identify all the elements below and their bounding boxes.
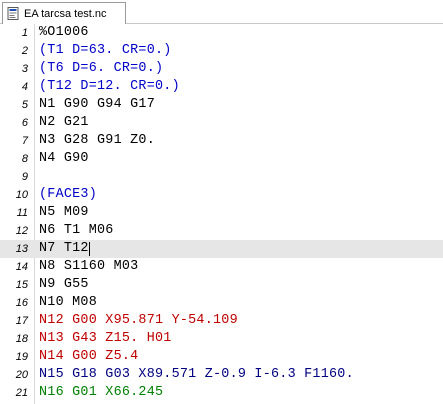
line-number: 10 (15, 189, 28, 201)
code-text: %O1006 (39, 25, 89, 40)
code-line[interactable]: 5 N1 G90 G94 G17 (0, 96, 443, 114)
code-text: N7 T12 (39, 241, 89, 256)
code-text: (T1 D=63. CR=0.) (39, 43, 172, 58)
code-line[interactable]: 17 N12 G00 X95.871 Y-54.109 (0, 312, 443, 330)
line-number: 11 (16, 207, 28, 219)
line-number: 5 (21, 99, 28, 111)
code-line[interactable]: 18 N13 G43 Z15. H01 (0, 330, 443, 348)
file-tab[interactable]: EA tarcsa test.nc (2, 2, 126, 24)
line-number: 20 (15, 369, 28, 381)
code-line[interactable]: 20 N15 G18 G03 X89.571 Z-0.9 I-6.3 F1160. (0, 366, 443, 384)
code-line[interactable]: 13 N7 T12 (0, 240, 443, 258)
code-line[interactable]: 9 (0, 168, 443, 186)
line-number: 2 (21, 45, 28, 57)
code-text: N8 S1160 M03 (39, 259, 139, 274)
line-number: 17 (15, 315, 28, 327)
line-number: 14 (15, 261, 28, 273)
code-text: N9 G55 (39, 277, 89, 292)
code-line[interactable]: 14 N8 S1160 M03 (0, 258, 443, 276)
line-number: 18 (15, 333, 28, 345)
code-text: N15 G18 G03 X89.571 Z-0.9 I-6.3 F1160. (39, 367, 354, 382)
line-number: 21 (15, 387, 28, 399)
code-line[interactable]: 3 (T6 D=6. CR=0.) (0, 60, 443, 78)
code-line[interactable]: 12 N6 T1 M06 (0, 222, 443, 240)
line-number: 1 (21, 27, 28, 39)
code-line[interactable]: 6 N2 G21 (0, 114, 443, 132)
tab-bar: EA tarcsa test.nc (0, 0, 443, 24)
code-line[interactable]: 2 (T1 D=63. CR=0.) (0, 42, 443, 60)
code-line[interactable]: 21 N16 G01 X66.245 (0, 384, 443, 402)
line-number: 6 (21, 117, 28, 129)
code-text: N16 G01 X66.245 (39, 385, 164, 400)
line-number: 8 (21, 153, 28, 165)
line-number: 12 (15, 225, 28, 237)
code-editor[interactable]: 1 %O1006 2 (T1 D=63. CR=0.) 3 (T6 D=6. CR=0.)… (0, 24, 443, 404)
code-text: N12 G00 X95.871 Y-54.109 (39, 313, 238, 328)
code-line[interactable]: 16 N10 M08 (0, 294, 443, 312)
code-line[interactable]: 8 N4 G90 (0, 150, 443, 168)
line-number: 9 (21, 171, 28, 183)
code-text: N13 G43 Z15. H01 (39, 331, 172, 346)
code-text: N10 M08 (39, 295, 97, 310)
code-text: N6 T1 M06 (39, 223, 114, 238)
code-line[interactable]: 10 (FACE3) (0, 186, 443, 204)
code-text: N2 G21 (39, 115, 89, 130)
code-text: N3 G28 G91 Z0. (39, 133, 155, 148)
code-line[interactable]: 1 %O1006 (0, 24, 443, 42)
line-number: 4 (21, 81, 28, 93)
file-tab-label: EA tarcsa test.nc (24, 7, 107, 20)
line-number: 16 (15, 297, 28, 309)
line-number: 3 (21, 63, 28, 75)
code-line[interactable]: 4 (T12 D=12. CR=0.) (0, 78, 443, 96)
code-text: N1 G90 G94 G17 (39, 97, 155, 112)
line-number: 7 (21, 135, 28, 147)
code-text: N14 G00 Z5.4 (39, 349, 139, 364)
code-text: (FACE3) (39, 187, 97, 202)
code-text: (T12 D=12. CR=0.) (39, 79, 180, 94)
line-number: 15 (15, 279, 28, 291)
code-line[interactable]: 15 N9 G55 (0, 276, 443, 294)
code-text: N5 M09 (39, 205, 89, 220)
nc-file-icon (7, 7, 20, 20)
line-number: 19 (15, 351, 28, 363)
code-text: (T6 D=6. CR=0.) (39, 61, 164, 76)
text-cursor (88, 242, 90, 256)
code-line[interactable]: 7 N3 G28 G91 Z0. (0, 132, 443, 150)
code-line[interactable]: 19 N14 G00 Z5.4 (0, 348, 443, 366)
line-number: 13 (15, 243, 28, 255)
code-text: N4 G90 (39, 151, 89, 166)
code-line[interactable]: 11 N5 M09 (0, 204, 443, 222)
